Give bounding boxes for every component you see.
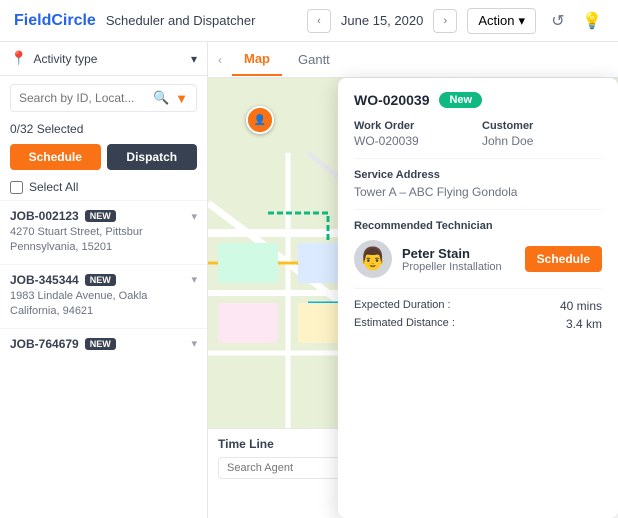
job-chevron-icon: ▾ — [191, 337, 197, 350]
customer-label: Customer — [482, 120, 602, 132]
popup-footer: Expected Duration : 40 mins Estimated Di… — [354, 299, 602, 331]
job-chevron-icon: ▾ — [191, 210, 197, 223]
job-address: 4270 Stuart Street, Pittsbur Pennsylvani… — [10, 225, 197, 256]
estimated-distance-label: Estimated Distance : — [354, 317, 476, 331]
tabs-prev-arrow[interactable]: ‹ — [218, 53, 222, 67]
estimated-distance-value: 3.4 km — [480, 317, 602, 331]
action-buttons-row: Schedule Dispatch — [0, 138, 207, 176]
job-id: JOB-345344 — [10, 273, 79, 287]
search-agent-input[interactable] — [227, 462, 349, 474]
popup-status-badge: New — [439, 92, 482, 108]
expected-duration-value: 40 mins — [480, 299, 602, 313]
tech-role: Propeller Installation — [402, 261, 515, 273]
search-input[interactable] — [19, 91, 147, 105]
popup-schedule-button[interactable]: Schedule — [525, 246, 602, 272]
filter-icon: ▼ — [175, 91, 188, 106]
tab-map[interactable]: Map — [232, 43, 282, 76]
select-all-checkbox[interactable] — [10, 181, 23, 194]
map-tabs: ‹ Map Gantt — [208, 42, 618, 78]
job-list: JOB-002123 NEW ▾ 4270 Stuart Street, Pit… — [0, 200, 207, 518]
activity-filter-select[interactable]: Activity type ▾ — [33, 52, 197, 66]
right-panel: ‹ Map Gantt — [208, 42, 618, 518]
popup-tech-row: 👨 Peter Stain Propeller Installation Sch… — [354, 240, 602, 289]
job-item[interactable]: JOB-002123 NEW ▾ 4270 Stuart Street, Pit… — [0, 200, 207, 264]
app-logo: FieldCircle — [14, 12, 96, 30]
search-icon: 🔍 — [153, 90, 169, 106]
prev-date-button[interactable]: ‹ — [307, 9, 331, 33]
left-panel: 📍 Activity type ▾ 🔍 ▼ 0/32 Selected Sche… — [0, 42, 208, 518]
tech-info: Peter Stain Propeller Installation — [402, 246, 515, 273]
selected-count: 0/32 Selected — [0, 120, 207, 138]
work-order-popup: WO-020039 New Work Order WO-020039 Custo… — [338, 78, 618, 518]
job-badge: NEW — [85, 274, 116, 286]
action-button[interactable]: Action ▾ — [467, 8, 536, 34]
job-badge: NEW — [85, 210, 116, 222]
next-date-button[interactable]: › — [433, 9, 457, 33]
service-address-label: Service Address — [354, 169, 602, 181]
recommended-tech-label: Recommended Technician — [354, 220, 602, 232]
job-id: JOB-002123 — [10, 209, 79, 223]
work-order-value: WO-020039 — [354, 134, 474, 148]
popup-grid: Work Order WO-020039 Customer John Doe — [354, 120, 602, 159]
schedule-button[interactable]: Schedule — [10, 144, 101, 170]
header-title: Scheduler and Dispatcher — [106, 13, 256, 28]
main-layout: 📍 Activity type ▾ 🔍 ▼ 0/32 Selected Sche… — [0, 42, 618, 518]
tab-gantt[interactable]: Gantt — [286, 44, 342, 75]
service-address-section: Service Address Tower A – ABC Flying Gon… — [354, 169, 602, 210]
activity-filter-row: 📍 Activity type ▾ — [0, 42, 207, 76]
select-all-label: Select All — [29, 180, 78, 194]
notification-icon[interactable]: 💡 — [580, 9, 604, 33]
popup-wo-id: WO-020039 — [354, 92, 429, 108]
location-icon: 📍 — [10, 50, 27, 67]
date-label: June 15, 2020 — [341, 13, 423, 28]
job-chevron-icon: ▾ — [191, 273, 197, 286]
app-header: FieldCircle Scheduler and Dispatcher ‹ J… — [0, 0, 618, 42]
popup-header: WO-020039 New — [354, 92, 602, 108]
tech-name: Peter Stain — [402, 246, 515, 261]
map-pin-1[interactable]: 👤 — [246, 106, 274, 134]
job-address: 1983 Lindale Avenue, Oakla California, 9… — [10, 289, 197, 320]
tech-avatar: 👨 — [354, 240, 392, 278]
expected-duration-label: Expected Duration : — [354, 299, 476, 313]
search-bar[interactable]: 🔍 ▼ — [10, 84, 197, 112]
work-order-label: Work Order — [354, 120, 474, 132]
job-item[interactable]: JOB-764679 NEW ▾ — [0, 328, 207, 359]
job-badge: NEW — [85, 338, 116, 350]
job-id: JOB-764679 — [10, 337, 79, 351]
customer-value: John Doe — [482, 134, 602, 148]
refresh-icon[interactable]: ↺ — [546, 9, 570, 33]
timeline-search[interactable] — [218, 457, 358, 479]
select-all-row: Select All — [0, 176, 207, 200]
dispatch-button[interactable]: Dispatch — [107, 144, 198, 170]
job-item[interactable]: JOB-345344 NEW ▾ 1983 Lindale Avenue, Oa… — [0, 264, 207, 328]
service-address-value: Tower A – ABC Flying Gondola — [354, 185, 602, 199]
